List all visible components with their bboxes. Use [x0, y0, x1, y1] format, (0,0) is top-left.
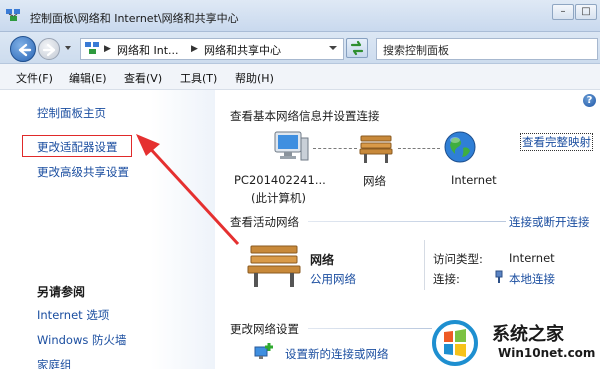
back-button[interactable]	[10, 36, 36, 62]
separator	[308, 221, 506, 222]
new-connection-icon	[254, 343, 273, 359]
see-also-heading: 另请参阅	[37, 285, 86, 299]
public-network-icon	[247, 245, 301, 287]
address-bar: ▶ 网络和 Int... ▶ 网络和共享中心 搜索控制面板	[0, 32, 600, 64]
forward-button[interactable]	[38, 38, 60, 60]
network-folder-icon	[85, 42, 99, 54]
change-advanced-sharing-link[interactable]: 更改高级共享设置	[37, 164, 129, 180]
refresh-button[interactable]	[346, 38, 368, 58]
computer-icon[interactable]	[273, 130, 309, 164]
search-input[interactable]: 搜索控制面板	[376, 38, 598, 60]
annotation-arrow-icon	[136, 134, 240, 246]
refresh-icon	[350, 40, 364, 56]
local-connection-link[interactable]: 本地连接	[509, 271, 555, 287]
control-panel-icon	[6, 9, 20, 21]
internet-options-link[interactable]: Internet 选项	[37, 307, 109, 323]
internet-node-label: Internet	[451, 173, 497, 187]
back-arrow-icon	[18, 43, 32, 57]
homegroup-link[interactable]: 家庭组	[37, 357, 72, 369]
menu-tools[interactable]: 工具(T)	[180, 70, 217, 86]
connection-line	[398, 148, 440, 149]
windows-firewall-link[interactable]: Windows 防火墙	[37, 332, 127, 348]
minimize-button[interactable]: –	[552, 4, 574, 20]
control-panel-home-link[interactable]: 控制面板主页	[37, 105, 106, 121]
menu-file[interactable]: 文件(F)	[16, 70, 53, 86]
watermark: 系统之家 Win10net.com	[432, 316, 598, 366]
connection-line	[313, 148, 357, 149]
change-settings-title: 更改网络设置	[230, 322, 299, 336]
search-placeholder: 搜索控制面板	[383, 44, 449, 57]
help-icon[interactable]: ?	[583, 94, 596, 107]
network-type-link[interactable]: 公用网络	[310, 271, 356, 287]
access-type-value: Internet	[509, 251, 555, 265]
watermark-url: Win10net.com	[498, 346, 596, 360]
recent-pages-dropdown-icon[interactable]	[64, 44, 72, 52]
breadcrumb-item[interactable]: 网络和 Int...	[117, 42, 179, 58]
setup-connection-link[interactable]: 设置新的连接或网络	[285, 346, 389, 362]
watermark-title: 系统之家	[492, 324, 564, 345]
computer-sub-label: (此计算机)	[251, 191, 306, 205]
connect-disconnect-link[interactable]: 连接或断开连接	[509, 214, 590, 230]
ethernet-plug-icon	[495, 270, 503, 283]
window-title: 控制面板\网络和 Internet\网络和共享中心	[30, 12, 239, 25]
network-bench-icon[interactable]	[358, 132, 394, 164]
connections-label: 连接:	[433, 272, 460, 286]
vertical-divider	[424, 240, 425, 290]
breadcrumb-item[interactable]: 网络和共享中心	[204, 42, 281, 58]
maximize-button[interactable]: □	[575, 4, 597, 20]
basic-info-title: 查看基本网络信息并设置连接	[230, 109, 380, 123]
breadcrumb-separator-icon[interactable]: ▶	[104, 44, 111, 54]
menu-edit[interactable]: 编辑(E)	[69, 70, 107, 86]
active-networks-title: 查看活动网络	[230, 215, 299, 229]
menu-view[interactable]: 查看(V)	[124, 70, 162, 86]
change-adapter-settings-link[interactable]: 更改适配器设置	[37, 139, 118, 155]
separator	[308, 328, 432, 329]
title-bar: 控制面板\网络和 Internet\网络和共享中心 – □	[0, 0, 600, 32]
forward-arrow-icon	[42, 43, 56, 57]
internet-globe-icon[interactable]	[443, 130, 477, 164]
menu-help[interactable]: 帮助(H)	[235, 70, 274, 86]
access-type-label: 访问类型:	[433, 252, 483, 266]
active-network-name: 网络	[310, 253, 335, 267]
breadcrumb[interactable]: ▶ 网络和 Int... ▶ 网络和共享中心	[80, 38, 344, 60]
computer-name-label: PC201402241...	[234, 173, 326, 187]
site-logo-icon	[432, 320, 478, 366]
breadcrumb-separator-icon[interactable]: ▶	[191, 44, 198, 54]
view-full-map-link[interactable]: 查看完整映射	[520, 133, 593, 151]
menu-bar: 文件(F) 编辑(E) 查看(V) 工具(T) 帮助(H)	[0, 64, 600, 90]
network-node-label: 网络	[363, 174, 386, 188]
address-dropdown-icon[interactable]	[328, 44, 338, 52]
